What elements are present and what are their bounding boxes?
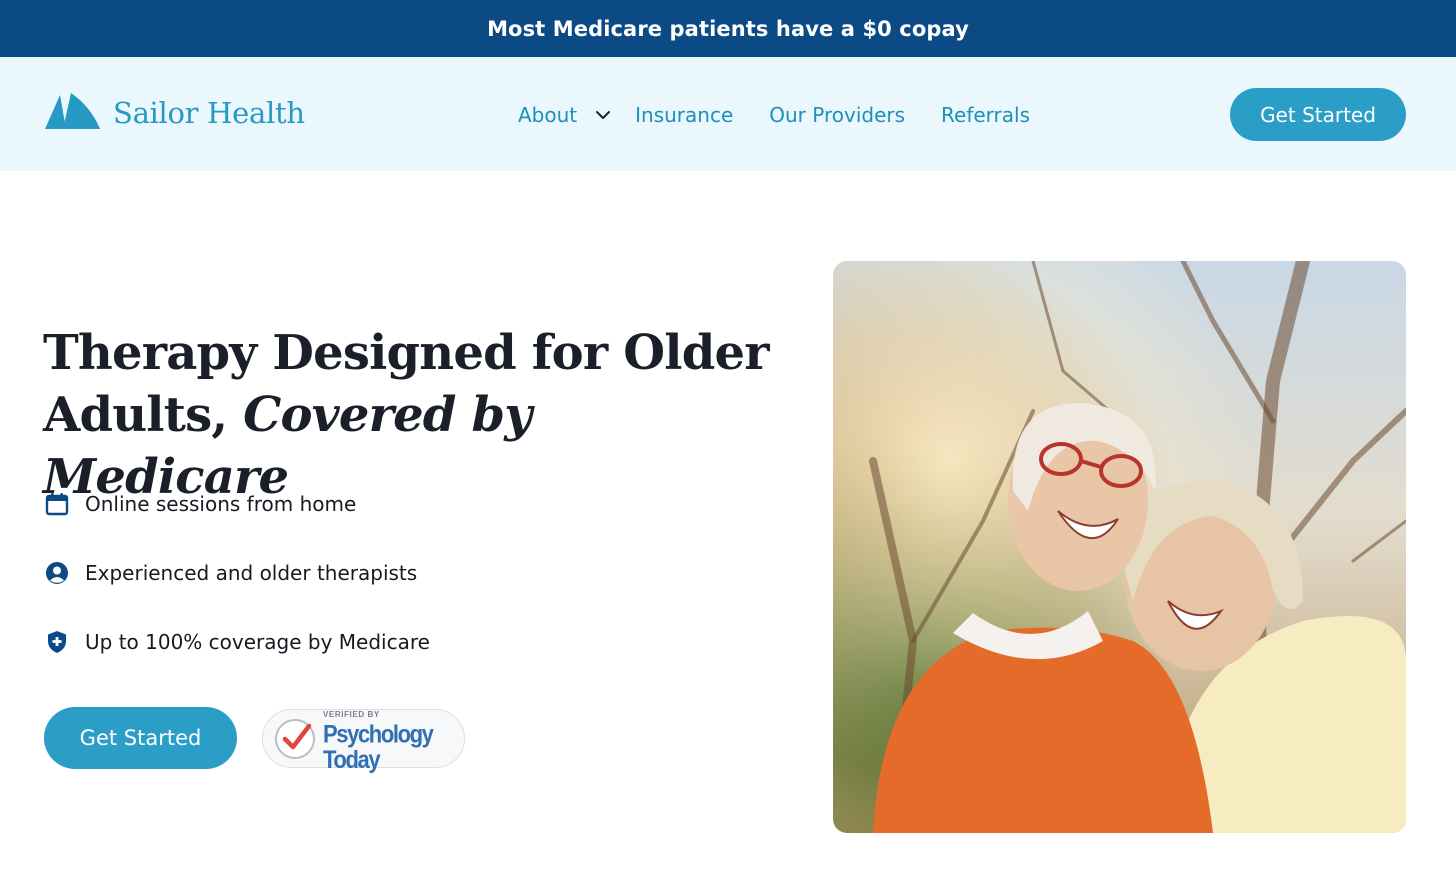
feature-text: Online sessions from home	[85, 492, 357, 516]
brand-home-link[interactable]: Sailor Health	[43, 89, 305, 133]
hero-photo-illustration	[833, 261, 1406, 833]
sailboat-icon	[45, 93, 100, 129]
nav-about-label: About	[518, 103, 578, 127]
user-circle-icon	[46, 562, 68, 584]
psychology-today-badge[interactable]: VERIFIED BY Psychology Today	[262, 709, 465, 773]
feature-list: Online sessions from home Experienced an…	[44, 487, 430, 694]
badge-brand-label: Psychology Today	[323, 719, 434, 774]
chevron-down-icon[interactable]	[595, 110, 611, 120]
nav-item-insurance[interactable]: Insurance	[635, 103, 733, 127]
main-nav: About Insurance Our Providers Referrals	[518, 97, 1030, 133]
hero-title: Therapy Designed for Older Adults, Cover…	[43, 322, 783, 508]
nav-item-our-providers[interactable]: Our Providers	[769, 103, 905, 127]
header-get-started-button[interactable]: Get Started	[1230, 88, 1406, 141]
list-item: Up to 100% coverage by Medicare	[44, 625, 430, 659]
feature-text: Up to 100% coverage by Medicare	[85, 630, 430, 654]
announcement-bar: Most Medicare patients have a $0 copay	[0, 0, 1456, 57]
hero-photo	[833, 261, 1406, 833]
shield-plus-icon	[48, 631, 66, 653]
nav-item-about[interactable]: About	[518, 103, 635, 127]
badge-verified-label: VERIFIED BY	[323, 710, 380, 719]
list-item: Experienced and older therapists	[44, 556, 430, 590]
feature-text: Experienced and older therapists	[85, 561, 418, 585]
site-header: Sailor Health About Insurance Our Provid…	[0, 57, 1456, 171]
hero-get-started-button[interactable]: Get Started	[44, 707, 237, 769]
list-item: Online sessions from home	[44, 487, 430, 521]
brand-name: Sailor Health	[113, 96, 305, 130]
calendar-icon	[45, 493, 69, 516]
check-icon	[275, 718, 315, 759]
announcement-text: Most Medicare patients have a $0 copay	[487, 16, 969, 41]
nav-item-referrals[interactable]: Referrals	[941, 103, 1030, 127]
badge-text: VERIFIED BY Psychology Today	[323, 710, 464, 773]
